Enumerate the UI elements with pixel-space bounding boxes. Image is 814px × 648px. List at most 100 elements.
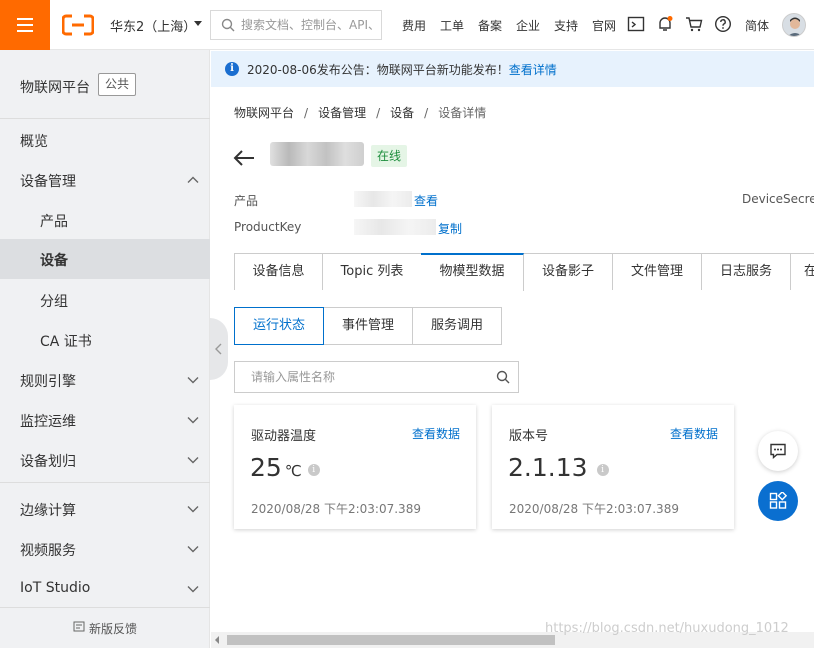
- sidebar-item-device-management[interactable]: 设备管理: [0, 160, 210, 200]
- tab-device-info[interactable]: 设备信息: [234, 253, 323, 290]
- property-title: 版本号: [509, 429, 549, 444]
- info-icon[interactable]: i: [596, 464, 609, 476]
- breadcrumb-item[interactable]: 设备: [390, 106, 414, 120]
- copy-productkey-link[interactable]: 复制: [438, 220, 462, 237]
- tab-thing-model-data[interactable]: 物模型数据: [421, 253, 524, 291]
- apps-button[interactable]: [758, 481, 798, 521]
- bell-icon[interactable]: [656, 15, 674, 33]
- sidebar-item-iot-studio[interactable]: IoT Studio: [0, 569, 210, 609]
- attribute-search-input[interactable]: [235, 362, 490, 392]
- region-selector[interactable]: 华东2（上海）: [110, 16, 196, 35]
- chat-button[interactable]: [758, 431, 798, 471]
- search-icon: [221, 18, 235, 32]
- chevron-down-icon: [187, 586, 199, 593]
- cart-icon[interactable]: [685, 15, 703, 33]
- sidebar-item-label: 设备划归: [20, 454, 76, 470]
- tab-online-debug[interactable]: 在: [791, 253, 814, 290]
- announcement-text: 2020-08-06发布公告：物联网平台新功能发布！: [247, 63, 509, 77]
- global-search[interactable]: [210, 10, 382, 40]
- property-timestamp: 2020/08/28 下午2:03:07.389: [251, 502, 421, 516]
- sidebar-item-video-service[interactable]: 视频服务: [0, 529, 210, 569]
- nav-enterprise[interactable]: 企业: [516, 17, 540, 34]
- sidebar-item-devices[interactable]: 设备: [0, 239, 210, 279]
- info-icon[interactable]: i: [307, 464, 320, 476]
- property-value: 25: [250, 453, 282, 482]
- language-switch[interactable]: 简体: [745, 17, 769, 34]
- announcement-link[interactable]: 查看详情: [509, 63, 557, 77]
- chevron-down-icon: [187, 457, 199, 464]
- sidebar-item-label: 分组: [40, 294, 68, 310]
- product-value-redacted: [354, 191, 412, 207]
- divider: [0, 482, 210, 483]
- breadcrumb-item[interactable]: 设备管理: [318, 106, 366, 120]
- sidebar-item-groups[interactable]: 分组: [0, 280, 210, 320]
- view-data-link[interactable]: 查看数据: [412, 425, 460, 442]
- sidebar-item-edge-computing[interactable]: 边缘计算: [0, 489, 210, 529]
- detail-tabs: 设备信息 Topic 列表 物模型数据 设备影子 文件管理 日志服务 在: [234, 253, 814, 291]
- watermark: https://blog.csdn.net/huxudong_1012: [545, 621, 789, 636]
- productkey-value-redacted: [354, 219, 436, 235]
- sidebar: 物联网平台 公共 概览 设备管理 产品 设备 分组 CA 证书 规则引擎 监控运…: [0, 50, 210, 648]
- property-value: 2.1.13: [508, 453, 588, 482]
- nav-official-site[interactable]: 官网: [592, 17, 616, 34]
- search-input[interactable]: [241, 11, 381, 39]
- sidebar-item-rule-engine[interactable]: 规则引擎: [0, 360, 210, 400]
- breadcrumb-current: 设备详情: [438, 106, 487, 120]
- sidebar-item-monitoring[interactable]: 监控运维: [0, 400, 210, 440]
- property-unit: ℃: [284, 462, 302, 480]
- sidebar-title: 物联网平台: [20, 80, 90, 96]
- aliyun-logo[interactable]: [62, 13, 94, 37]
- terminal-icon[interactable]: [627, 15, 645, 33]
- search-icon[interactable]: [496, 370, 510, 384]
- info-icon: i: [225, 62, 239, 76]
- chevron-left-icon: [215, 343, 222, 355]
- tab-topic-list[interactable]: Topic 列表: [323, 253, 422, 290]
- nav-icp[interactable]: 备案: [478, 17, 502, 34]
- sidebar-item-label: 产品: [40, 214, 68, 230]
- nav-support[interactable]: 支持: [554, 17, 578, 34]
- view-product-link[interactable]: 查看: [414, 192, 438, 209]
- menu-button[interactable]: [0, 0, 50, 50]
- property-timestamp: 2020/08/28 下午2:03:07.389: [509, 502, 679, 516]
- nav-tickets[interactable]: 工单: [440, 17, 464, 34]
- sidebar-header: 物联网平台 公共: [0, 50, 210, 119]
- nav-billing[interactable]: 费用: [402, 17, 426, 34]
- tab-file-management[interactable]: 文件管理: [613, 253, 702, 290]
- tab-log-service[interactable]: 日志服务: [702, 253, 791, 290]
- avatar[interactable]: [782, 13, 806, 37]
- sidebar-item-label: 设备管理: [20, 174, 76, 190]
- property-card: 驱动器温度 查看数据 25 ℃ i 2020/08/28 下午2:03:07.389: [234, 405, 476, 529]
- chevron-down-icon: [187, 417, 199, 424]
- help-icon[interactable]: [714, 15, 732, 33]
- scroll-left-icon[interactable]: [215, 636, 219, 644]
- announcement-bar: i 2020-08-06发布公告：物联网平台新功能发布！查看详情: [211, 51, 814, 87]
- breadcrumb-item[interactable]: 物联网平台: [234, 106, 294, 120]
- chevron-down-icon: [187, 506, 199, 513]
- sidebar-item-ca-certificate[interactable]: CA 证书: [0, 320, 210, 360]
- attribute-search[interactable]: [234, 361, 519, 393]
- property-title: 驱动器温度: [251, 429, 317, 444]
- productkey-label: ProductKey: [234, 220, 302, 234]
- caret-down-icon[interactable]: [194, 21, 202, 26]
- back-arrow-icon[interactable]: [232, 148, 256, 168]
- sidebar-item-device-assignment[interactable]: 设备划归: [0, 440, 210, 480]
- sidebar-item-label: 视频服务: [20, 543, 76, 559]
- view-data-link[interactable]: 查看数据: [670, 425, 718, 442]
- sidebar-item-overview[interactable]: 概览: [0, 120, 210, 160]
- sidebar-item-products[interactable]: 产品: [0, 200, 210, 240]
- subtab-event-management[interactable]: 事件管理: [323, 307, 413, 345]
- chevron-down-icon: [187, 546, 199, 553]
- subtab-running-status[interactable]: 运行状态: [234, 307, 324, 345]
- subtab-service-invocation[interactable]: 服务调用: [412, 307, 502, 345]
- tab-device-shadow[interactable]: 设备影子: [524, 253, 613, 290]
- sidebar-collapse-handle[interactable]: [210, 318, 228, 380]
- apps-icon: [769, 492, 787, 509]
- scrollbar-thumb[interactable]: [227, 635, 555, 645]
- property-value-row: 25 ℃ i: [250, 453, 320, 482]
- feedback-button[interactable]: 新版反馈: [0, 607, 210, 648]
- product-label: 产品: [234, 194, 259, 208]
- sidebar-item-label: 概览: [20, 134, 48, 150]
- sidebar-item-label: 边缘计算: [20, 503, 76, 519]
- status-badge: 在线: [371, 145, 408, 167]
- device-name-redacted: [270, 142, 364, 166]
